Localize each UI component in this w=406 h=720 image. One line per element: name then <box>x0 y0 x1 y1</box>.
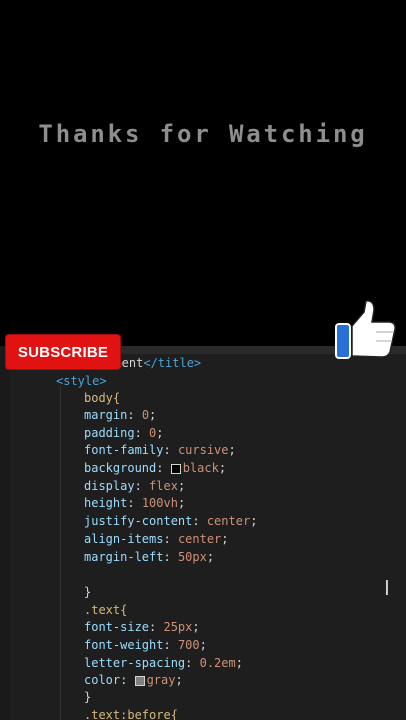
code-line-decl: padding: 0; <box>84 426 164 440</box>
code-editor: cument</title> <style> body{ margin: 0; … <box>0 346 406 720</box>
code-line-decl: background: black; <box>84 461 227 475</box>
css-property: font-size <box>84 620 150 634</box>
css-value: gray <box>146 673 176 687</box>
code-line-body-selector: body{ <box>84 390 120 406</box>
css-value: 25px <box>163 620 193 634</box>
code-line-text-selector: .text{ <box>84 602 127 618</box>
code-line-decl: color: gray; <box>84 673 183 687</box>
css-property: height <box>84 496 128 510</box>
code-line-decl: font-weight: 700; <box>84 638 207 652</box>
css-property: margin-left <box>84 550 164 564</box>
css-property: font-family <box>84 443 164 457</box>
css-value: 0 <box>141 408 150 422</box>
css-property: justify-content <box>84 514 193 528</box>
css-value: flex <box>149 479 178 493</box>
css-property: align-items <box>84 532 164 546</box>
code-line-decl: font-size: 25px; <box>84 620 200 634</box>
code-line-close-brace: } <box>84 584 91 600</box>
code-line-decl: font-family: cursive; <box>84 443 236 457</box>
subscribe-button[interactable]: SUBSCRIBE <box>6 335 120 369</box>
css-value: center <box>177 532 222 546</box>
style-open-tag: <style> <box>56 374 107 388</box>
css-property: letter-spacing <box>84 656 186 670</box>
css-value: black <box>182 461 219 475</box>
like-button[interactable] <box>334 298 398 362</box>
css-value: 700 <box>177 638 200 652</box>
close-brace: } <box>84 690 92 704</box>
video-frame: Thanks for Watching <box>0 0 406 346</box>
text-selector: .text{ <box>84 603 128 617</box>
css-property: font-weight <box>84 638 164 652</box>
css-property: display <box>84 479 135 493</box>
code-line-before-selector: .text:before{ <box>84 707 178 720</box>
thumbs-up-icon <box>335 300 396 359</box>
css-property: color <box>84 673 121 687</box>
code-line-decl: margin-left: 50px; <box>84 550 215 564</box>
code-line-decl: align-items: center; <box>84 532 229 546</box>
css-value: 50px <box>177 550 207 564</box>
css-property: padding <box>84 426 135 440</box>
color-swatch-icon <box>170 463 181 474</box>
code-line-decl: margin: 0; <box>84 408 157 422</box>
css-value: center <box>206 514 251 528</box>
close-brace: } <box>84 585 92 599</box>
css-property: margin <box>84 408 128 422</box>
code-line-close-brace: } <box>84 689 91 705</box>
thanks-for-watching-text: Thanks for Watching <box>38 120 368 148</box>
code-line-decl: display: flex; <box>84 479 186 493</box>
title-close-tag: </title> <box>143 356 202 370</box>
code-line-decl: height: 100vh; <box>84 496 186 510</box>
css-value: 100vh <box>141 496 178 510</box>
indent-guide <box>60 386 61 720</box>
before-selector: .text:before{ <box>84 708 178 720</box>
css-value: cursive <box>177 443 229 457</box>
color-swatch-icon <box>134 675 145 686</box>
code-line-style-open: <style> <box>56 373 107 389</box>
line-number-gutter <box>0 346 10 720</box>
text-cursor-icon: I <box>384 576 390 600</box>
code-line-decl: letter-spacing: 0.2em; <box>84 656 243 670</box>
css-property: background <box>84 461 157 475</box>
body-selector: body{ <box>84 391 121 405</box>
css-value: 0.2em <box>199 656 236 670</box>
code-line-decl: justify-content: center; <box>84 514 258 528</box>
